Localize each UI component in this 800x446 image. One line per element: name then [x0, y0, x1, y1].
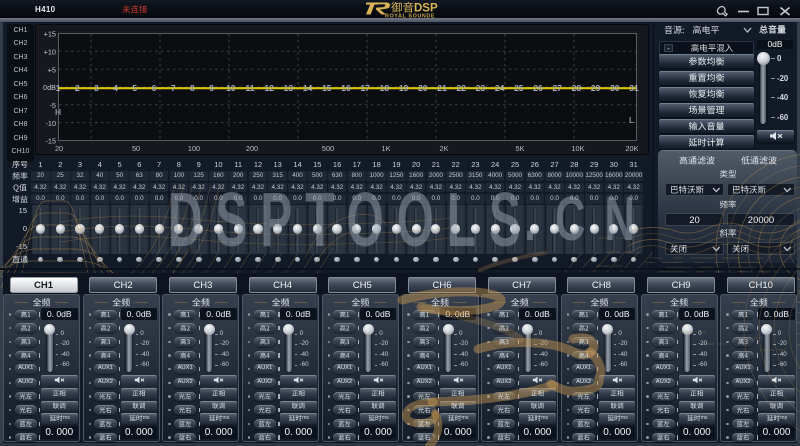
svg-text:17: 17 — [360, 83, 370, 93]
svg-text:29: 29 — [591, 83, 601, 93]
svg-text:L: L — [629, 115, 634, 125]
svg-text:13: 13 — [284, 83, 294, 93]
svg-text:4: 4 — [113, 83, 118, 93]
svg-text:25: 25 — [514, 83, 524, 93]
svg-text:26: 26 — [533, 83, 543, 93]
svg-text:+10: +10 — [44, 47, 56, 56]
svg-text:18: 18 — [380, 83, 390, 93]
svg-text:-10: -10 — [45, 119, 56, 128]
svg-text:22: 22 — [456, 83, 466, 93]
svg-text:500: 500 — [322, 144, 334, 153]
svg-text:3: 3 — [94, 83, 99, 93]
svg-text:9: 9 — [209, 83, 214, 93]
svg-text:20: 20 — [55, 144, 63, 153]
svg-text:5K: 5K — [516, 144, 525, 153]
svg-text:11: 11 — [246, 83, 255, 93]
svg-text:1K: 1K — [382, 144, 391, 153]
svg-text:50: 50 — [132, 144, 140, 153]
svg-text:100: 100 — [188, 144, 200, 153]
svg-text:8: 8 — [190, 83, 195, 93]
svg-text:1: 1 — [56, 83, 61, 93]
svg-text:2: 2 — [75, 83, 80, 93]
svg-text:6: 6 — [152, 83, 157, 93]
svg-text:31: 31 — [629, 83, 639, 93]
svg-text:14: 14 — [303, 83, 313, 93]
svg-text:23: 23 — [476, 83, 486, 93]
svg-text:5: 5 — [132, 83, 137, 93]
svg-text:10: 10 — [226, 83, 236, 93]
svg-text:2K: 2K — [440, 144, 449, 153]
svg-text:7: 7 — [171, 83, 176, 93]
svg-text:16: 16 — [341, 83, 351, 93]
svg-text:27: 27 — [552, 83, 562, 93]
svg-text:H: H — [55, 107, 61, 117]
svg-text:20: 20 — [418, 83, 428, 93]
svg-text:30: 30 — [610, 83, 620, 93]
svg-text:200: 200 — [246, 144, 258, 153]
svg-text:0dB: 0dB — [43, 83, 56, 92]
svg-text:10K: 10K — [572, 144, 585, 153]
svg-text:+5: +5 — [48, 65, 56, 74]
svg-text:15: 15 — [322, 83, 332, 93]
svg-text:20K: 20K — [626, 144, 639, 153]
svg-text:28: 28 — [572, 83, 582, 93]
svg-text:+15: +15 — [44, 30, 56, 39]
svg-text:21: 21 — [437, 83, 447, 93]
svg-text:19: 19 — [399, 83, 409, 93]
svg-text:24: 24 — [495, 83, 505, 93]
svg-text:12: 12 — [264, 83, 274, 93]
